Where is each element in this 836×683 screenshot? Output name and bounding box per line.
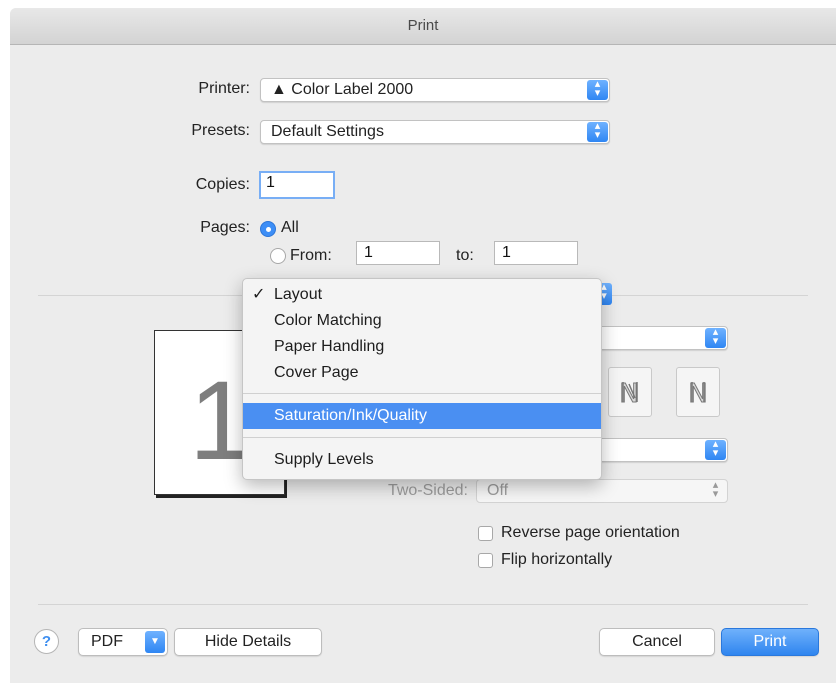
pdf-label: PDF xyxy=(91,633,123,650)
menu-item-label: Saturation/Ink/Quality xyxy=(274,407,427,424)
help-button[interactable]: ? xyxy=(34,629,59,654)
two-sided-label: Two-Sided: xyxy=(387,482,468,499)
pages-to-label: to: xyxy=(456,247,474,264)
menu-item-supply-levels[interactable]: Supply Levels xyxy=(243,449,601,471)
pages-label: Pages: xyxy=(200,219,250,236)
chevron-down-icon: ▼ xyxy=(145,631,165,653)
flip-horizontally-checkbox[interactable] xyxy=(478,553,493,568)
presets-popup-arrows-icon: ▴ ▾ xyxy=(587,121,608,142)
title-bar: Print xyxy=(10,8,836,45)
printer-popup-arrows-icon: ▴ ▾ xyxy=(587,79,608,100)
section-popup-menu: ✓ Layout Color Matching Paper Handling C… xyxy=(242,278,602,480)
reverse-orientation-checkbox[interactable] xyxy=(478,526,493,541)
presets-label: Presets: xyxy=(191,122,250,139)
reverse-orientation-label: Reverse page orientation xyxy=(501,524,680,541)
footer-separator xyxy=(38,604,808,605)
cancel-button[interactable]: Cancel xyxy=(599,628,715,656)
pages-all-radio[interactable] xyxy=(260,221,276,237)
pages-from-input[interactable]: 1 xyxy=(356,241,440,265)
two-sided-value: Off xyxy=(487,482,509,499)
presets-popup[interactable]: Default Settings ▴ ▾ xyxy=(260,120,610,144)
menu-item-label: Cover Page xyxy=(274,364,359,381)
layout-direction-z-icon[interactable]: N xyxy=(608,367,652,417)
printer-value: ▲ Color Label 2000 xyxy=(271,81,414,98)
copies-label: Copies: xyxy=(195,176,250,193)
pages-from-radio[interactable] xyxy=(270,248,286,264)
menu-item-label: Color Matching xyxy=(274,312,382,329)
hide-details-button[interactable]: Hide Details xyxy=(174,628,322,656)
menu-item-color-matching[interactable]: Color Matching xyxy=(243,310,601,332)
menu-item-cover-page[interactable]: Cover Page xyxy=(243,362,601,384)
menu-item-saturation-ink-quality[interactable]: Saturation/Ink/Quality xyxy=(243,403,601,429)
pages-per-sheet-arrows-icon: ▴ ▾ xyxy=(705,327,726,348)
layout-direction-n-icon[interactable]: N xyxy=(676,367,720,417)
menu-separator xyxy=(243,437,601,438)
printer-label: Printer: xyxy=(198,80,250,97)
menu-separator xyxy=(243,393,601,394)
two-sided-popup: Off ▴ ▾ xyxy=(476,479,728,503)
menu-item-layout[interactable]: ✓ Layout xyxy=(243,284,601,306)
svg-text:N: N xyxy=(619,379,638,409)
svg-text:N: N xyxy=(688,379,707,409)
menu-item-paper-handling[interactable]: Paper Handling xyxy=(243,336,601,358)
menu-item-label: Paper Handling xyxy=(274,338,385,355)
two-sided-arrows-icon: ▴ ▾ xyxy=(712,479,719,500)
print-button[interactable]: Print xyxy=(721,628,819,656)
presets-value: Default Settings xyxy=(271,123,384,140)
printer-popup[interactable]: ▲ Color Label 2000 ▴ ▾ xyxy=(260,78,610,102)
border-popup-arrows-icon: ▴ ▾ xyxy=(705,439,726,460)
menu-item-label: Layout xyxy=(274,286,323,303)
print-dialog: Print Printer: ▲ Color Label 2000 ▴ ▾ Pre… xyxy=(10,8,836,683)
pages-to-input[interactable]: 1 xyxy=(494,241,578,265)
pages-all-label: All xyxy=(281,219,299,236)
copies-input[interactable]: 1 xyxy=(259,171,335,199)
flip-horizontally-label: Flip horizontally xyxy=(501,551,613,568)
pages-from-label: From: xyxy=(290,247,332,264)
window-title: Print xyxy=(407,17,439,34)
menu-item-label: Supply Levels xyxy=(274,451,374,468)
pdf-menu-button[interactable]: PDF ▼ xyxy=(78,628,168,656)
checkmark-icon: ✓ xyxy=(252,286,266,303)
